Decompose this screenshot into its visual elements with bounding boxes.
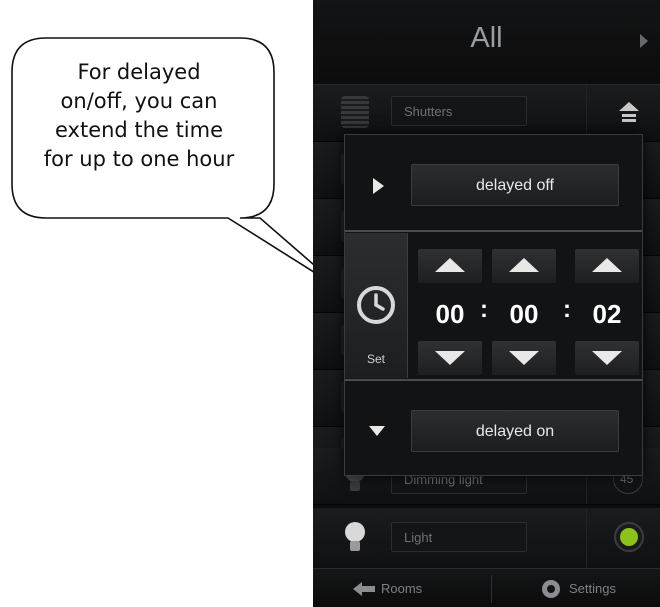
delay-timer-popup: delayed off Set 00 : 00 : 02 delayed on (344, 134, 643, 476)
minutes-down-arrow[interactable] (492, 341, 556, 375)
set-button[interactable]: Set (345, 233, 408, 378)
back-arrow-icon (353, 582, 375, 596)
page-title: All (470, 22, 503, 54)
light-on-indicator[interactable] (613, 521, 645, 553)
play-arrow-icon (373, 178, 384, 194)
home-up-icon[interactable] (618, 101, 640, 125)
rooms-label: Rooms (381, 581, 423, 596)
delayed-off-section: delayed off (345, 137, 642, 229)
callout-line: extend the time (54, 118, 224, 142)
shutters-icon (341, 96, 369, 128)
header-bar: All (313, 0, 660, 85)
device-name: Light (391, 522, 527, 552)
delayed-off-button[interactable]: delayed off (411, 164, 619, 206)
seconds-up-arrow[interactable] (575, 249, 639, 283)
bottom-nav: Rooms Settings (313, 568, 660, 607)
device-name: Shutters (391, 96, 527, 126)
popup-divider (345, 230, 642, 232)
set-label: Set (366, 352, 385, 366)
bulb-icon (345, 522, 365, 551)
minutes-value: 00 (509, 299, 539, 329)
settings-label: Settings (569, 581, 616, 596)
callout-line: on/off, you can (60, 89, 218, 113)
seconds-value: 02 (592, 299, 622, 329)
minutes-up-arrow[interactable] (492, 249, 556, 283)
time-separator: : (480, 296, 488, 323)
hours-value: 00 (435, 299, 465, 329)
callout-line: For delayed (77, 60, 201, 84)
gear-icon (542, 580, 560, 598)
row-separator (586, 508, 587, 568)
next-arrow-icon[interactable] (640, 34, 648, 48)
timer-icon (357, 286, 395, 324)
device-row[interactable]: Light (313, 508, 660, 569)
delayed-on-section: delayed on (345, 383, 642, 475)
callout-line: for up to one hour (43, 147, 235, 171)
nav-divider (491, 575, 492, 603)
time-separator: : (563, 296, 571, 323)
down-arrow-icon (369, 426, 385, 436)
popup-divider (345, 379, 642, 381)
delayed-on-button[interactable]: delayed on (411, 410, 619, 452)
hours-up-arrow[interactable] (418, 249, 482, 283)
row-separator (586, 85, 587, 141)
seconds-down-arrow[interactable] (575, 341, 639, 375)
callout-text: For delayed on/off, you can extend the t… (14, 58, 264, 174)
hours-down-arrow[interactable] (418, 341, 482, 375)
